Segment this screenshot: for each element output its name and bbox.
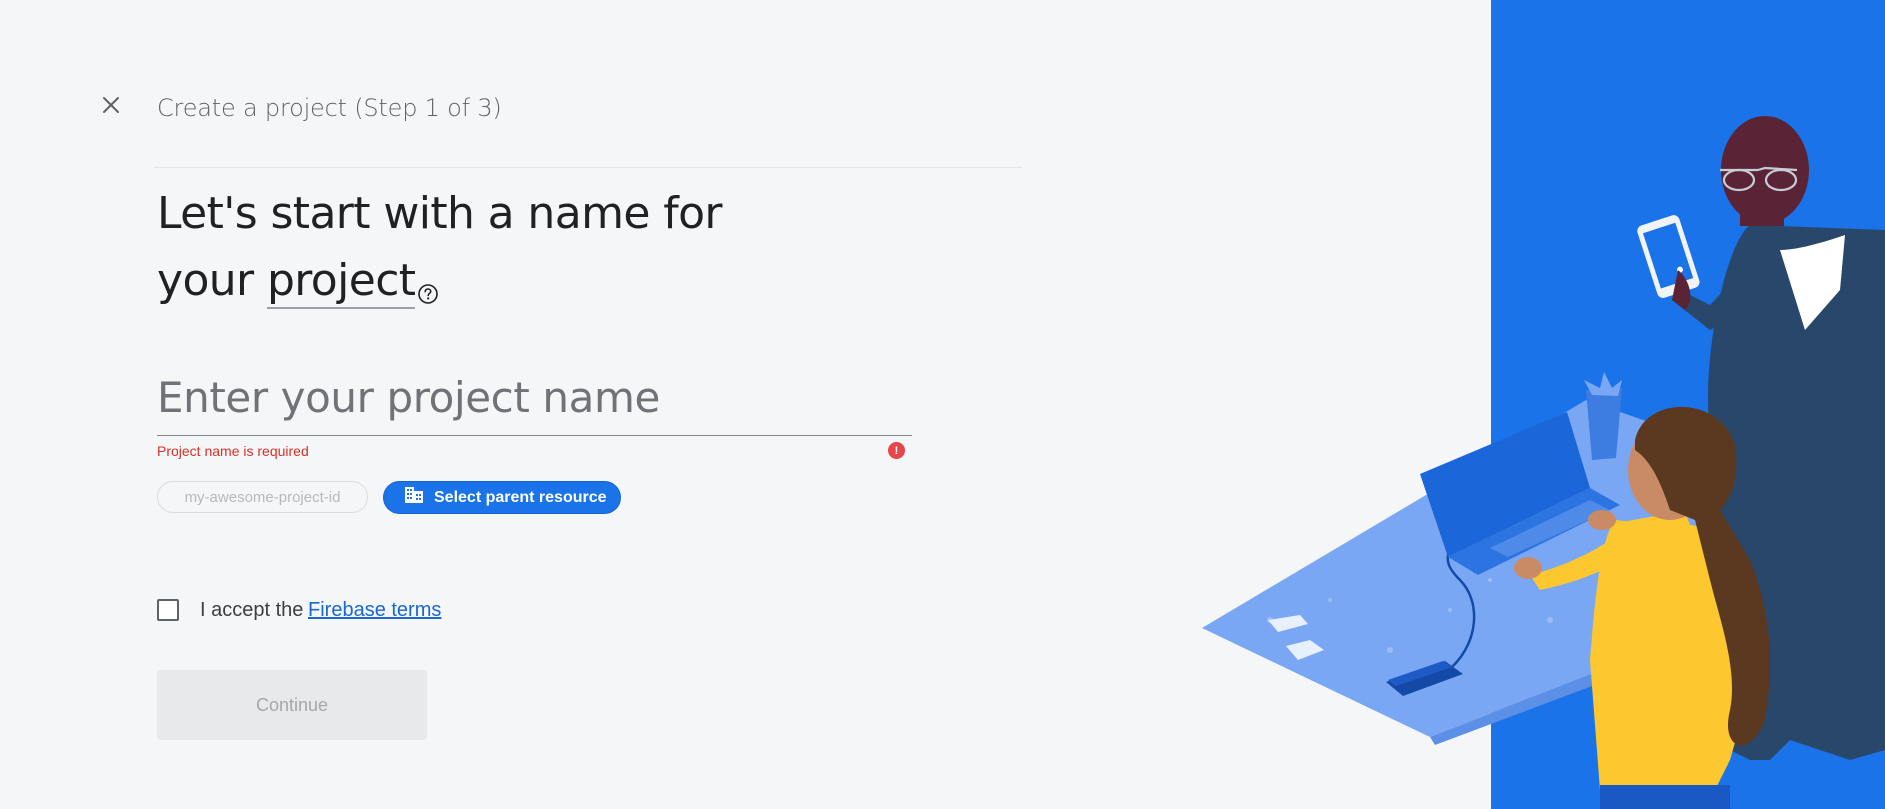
project-name-field (157, 365, 912, 436)
team-illustration (1202, 0, 1885, 809)
error-icon: ! (888, 442, 905, 459)
error-message: Project name is required (157, 443, 309, 459)
firebase-terms-link[interactable]: Firebase terms (308, 599, 441, 622)
heading-line-1: Let's start with a name for (157, 188, 722, 239)
domain-icon (404, 486, 424, 509)
page-heading: Let's start with a name for your project (157, 180, 722, 324)
heading-prefix: your (157, 255, 267, 306)
close-button[interactable] (96, 92, 126, 122)
project-term-tooltip[interactable]: project (266, 255, 416, 309)
continue-button[interactable]: Continue (157, 670, 427, 740)
accept-terms-checkbox[interactable] (157, 599, 179, 621)
help-circle-icon[interactable] (417, 257, 439, 324)
header-divider (154, 167, 1022, 168)
select-parent-resource-button[interactable]: Select parent resource (383, 481, 621, 514)
accept-terms-label: I accept the (200, 599, 304, 621)
heading-line-2: your project (157, 247, 722, 324)
step-title: Create a project (Step 1 of 3) (157, 94, 502, 122)
project-name-input[interactable] (157, 365, 912, 429)
close-icon (101, 95, 121, 120)
select-parent-resource-label: Select parent resource (434, 488, 607, 506)
project-id-chip[interactable]: my-awesome-project-id (157, 481, 368, 513)
